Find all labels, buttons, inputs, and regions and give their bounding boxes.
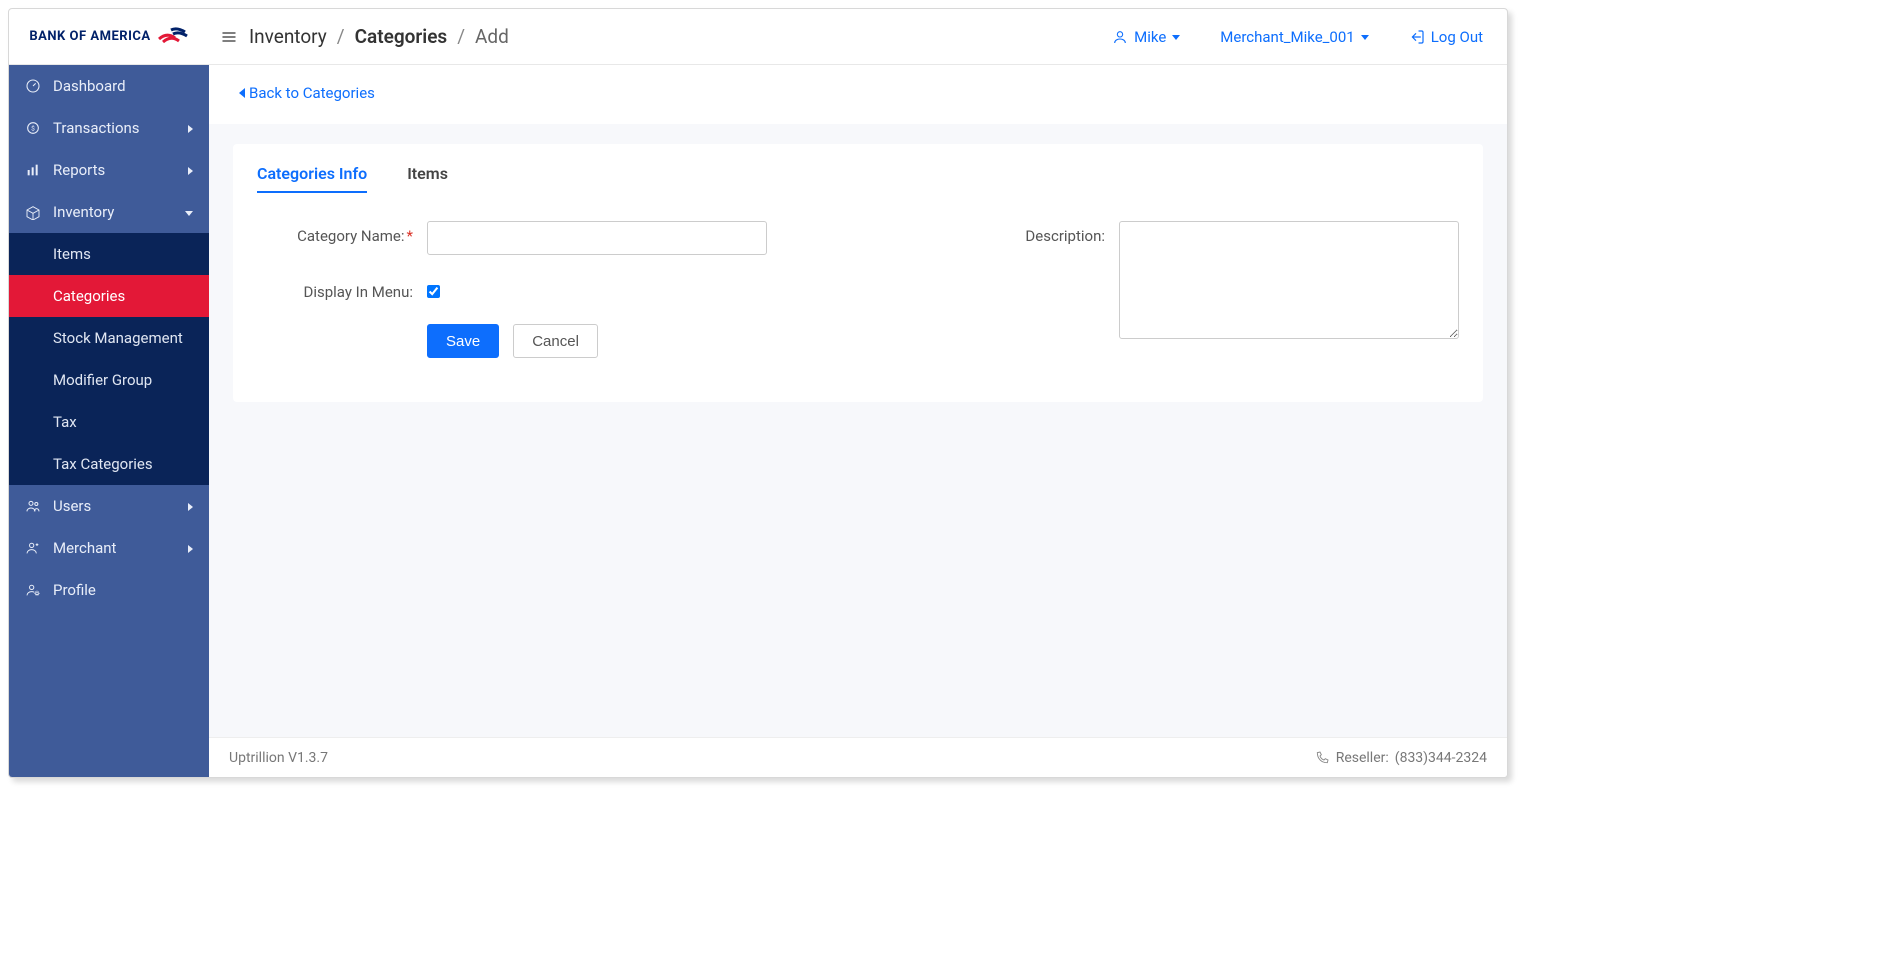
chevron-down-icon — [1361, 28, 1369, 46]
breadcrumb-level-1[interactable]: Inventory — [249, 25, 327, 48]
merchant-name: Merchant_Mike_001 — [1220, 28, 1354, 46]
sidebar-item-reports[interactable]: Reports — [9, 149, 209, 191]
category-name-input[interactable] — [427, 221, 767, 255]
chevron-right-icon — [188, 539, 193, 557]
tabs: Categories Info Items — [257, 164, 1459, 193]
sidebar-item-dashboard[interactable]: Dashboard — [9, 65, 209, 107]
sidebar-subitem-tax[interactable]: Tax — [9, 401, 209, 443]
reseller-label: Reseller: — [1336, 750, 1389, 766]
gauge-icon — [25, 78, 41, 94]
svg-text:$: $ — [31, 125, 35, 133]
sidebar-item-transactions[interactable]: $ Transactions — [9, 107, 209, 149]
logout-button[interactable]: Log Out — [1409, 28, 1483, 46]
brand-name: BANK OF AMERICA — [29, 29, 150, 44]
user-name: Mike — [1134, 28, 1166, 46]
sidebar-item-label: Profile — [53, 581, 96, 599]
person-gear-icon — [25, 582, 41, 598]
users-icon — [25, 498, 41, 514]
box-icon — [25, 204, 41, 220]
sidebar-item-profile[interactable]: Profile — [9, 569, 209, 611]
form: Category Name:* Description: Display In … — [257, 221, 1459, 358]
display-in-menu-label: Display In Menu: — [257, 277, 417, 301]
save-button[interactable]: Save — [427, 324, 499, 358]
tab-items[interactable]: Items — [407, 164, 448, 193]
description-textarea[interactable] — [1119, 221, 1459, 339]
logout-icon — [1409, 29, 1425, 45]
sidebar-item-label: Reports — [53, 161, 105, 179]
chart-icon — [25, 162, 41, 178]
sidebar-subitem-stock-management[interactable]: Stock Management — [9, 317, 209, 359]
breadcrumb: Inventory / Categories / Add — [249, 25, 509, 48]
display-in-menu-checkbox[interactable] — [427, 285, 440, 298]
sidebar: Dashboard $ Transactions Reports Invento… — [9, 65, 209, 777]
sidebar-item-label: Inventory — [53, 203, 114, 221]
chevron-right-icon — [188, 497, 193, 515]
sidebar-item-merchant[interactable]: Merchant — [9, 527, 209, 569]
sidebar-subitem-tax-categories[interactable]: Tax Categories — [9, 443, 209, 485]
brand-logo: BANK OF AMERICA — [9, 9, 209, 65]
user-icon — [1112, 29, 1128, 45]
person-plus-icon — [25, 540, 41, 556]
sidebar-item-label: Transactions — [53, 119, 140, 137]
app-version: Uptrillion V1.3.7 — [229, 750, 328, 766]
body: Dashboard $ Transactions Reports Invento… — [9, 65, 1507, 777]
back-link-label: Back to Categories — [249, 84, 375, 102]
sidebar-item-label: Merchant — [53, 539, 116, 557]
tab-categories-info[interactable]: Categories Info — [257, 164, 367, 193]
footer-reseller: Reseller: (833)344-2324 — [1314, 750, 1487, 766]
sidebar-subitem-modifier-group[interactable]: Modifier Group — [9, 359, 209, 401]
sidebar-item-users[interactable]: Users — [9, 485, 209, 527]
topbar-right: Mike Merchant_Mike_001 Log Out — [1112, 28, 1507, 46]
required-indicator: * — [407, 227, 413, 245]
sidebar-submenu-inventory: Items Categories Stock Management Modifi… — [9, 233, 209, 485]
chevron-down-icon — [1172, 28, 1180, 46]
description-label: Description: — [999, 221, 1109, 245]
phone-icon — [1314, 750, 1330, 766]
breadcrumb-separator: / — [337, 25, 345, 48]
topbar: BANK OF AMERICA Inventory / Categories /… — [9, 9, 1507, 65]
sidebar-subitem-items[interactable]: Items — [9, 233, 209, 275]
chevron-right-icon — [188, 119, 193, 137]
user-menu[interactable]: Mike — [1112, 28, 1180, 46]
sidebar-item-label: Users — [53, 497, 91, 515]
breadcrumb-level-2[interactable]: Categories — [355, 25, 448, 48]
menu-toggle-button[interactable] — [209, 29, 249, 45]
sidebar-item-inventory[interactable]: Inventory — [9, 191, 209, 233]
footer: Uptrillion V1.3.7 Reseller: (833)344-232… — [209, 737, 1507, 777]
merchant-menu[interactable]: Merchant_Mike_001 — [1220, 28, 1368, 46]
back-to-categories-link[interactable]: Back to Categories — [239, 84, 375, 102]
main: Back to Categories Categories Info Items… — [209, 65, 1507, 777]
cancel-button[interactable]: Cancel — [513, 324, 598, 358]
app-window: BANK OF AMERICA Inventory / Categories /… — [8, 8, 1508, 778]
hamburger-icon — [221, 29, 237, 45]
breadcrumb-level-3: Add — [475, 25, 509, 48]
brand-flag-icon — [157, 26, 189, 48]
content-card: Categories Info Items Category Name:* De… — [233, 144, 1483, 402]
page-header: Back to Categories — [209, 65, 1507, 124]
reseller-phone: (833)344-2324 — [1395, 750, 1487, 766]
sidebar-subitem-categories[interactable]: Categories — [9, 275, 209, 317]
logout-label: Log Out — [1431, 28, 1483, 46]
category-name-label: Category Name:* — [257, 221, 417, 245]
chevron-right-icon — [188, 161, 193, 179]
sidebar-item-label: Dashboard — [53, 77, 126, 95]
money-icon: $ — [25, 120, 41, 136]
breadcrumb-separator: / — [457, 25, 465, 48]
chevron-down-icon — [185, 203, 193, 221]
